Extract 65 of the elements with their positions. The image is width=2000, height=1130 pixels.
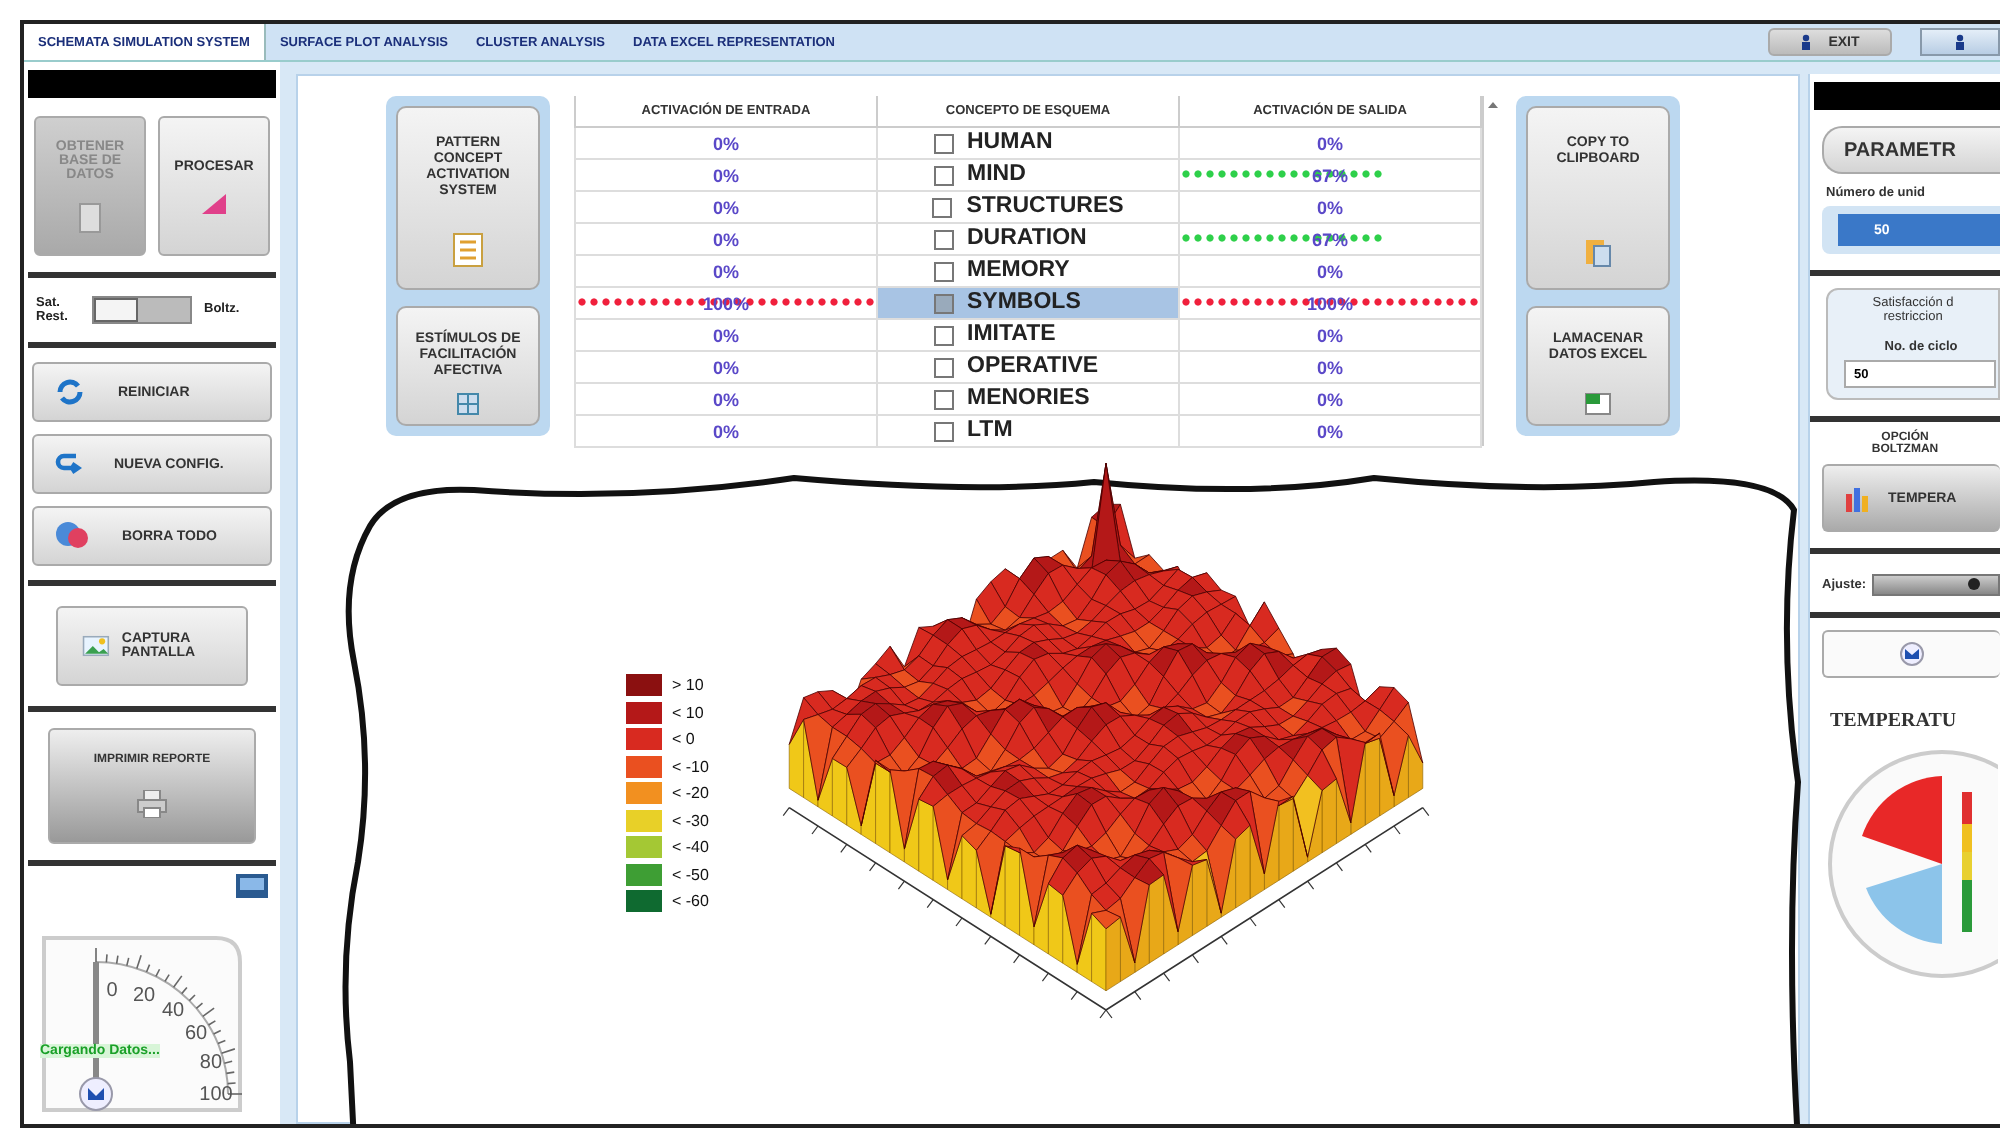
checkbox[interactable] — [933, 229, 953, 249]
gauge-title: TEMPERATU — [1830, 710, 1959, 732]
checkbox[interactable] — [933, 357, 953, 377]
checkbox[interactable] — [933, 389, 953, 409]
clipboard-icon — [1584, 236, 1612, 268]
list-icon — [452, 232, 484, 268]
logo-icon — [1900, 642, 1924, 666]
checkbox[interactable] — [933, 133, 953, 153]
table-cell: 0% — [1316, 358, 1343, 378]
checkbox[interactable] — [932, 197, 953, 217]
spreadsheet-icon — [1584, 392, 1612, 416]
gauge-label: 80 — [199, 1051, 223, 1074]
legend-label: < -30 — [672, 811, 709, 830]
legend-label: > 10 — [672, 676, 704, 695]
monitor-icon — [236, 874, 268, 898]
icon-button[interactable] — [1822, 630, 2000, 678]
table-cell: 0% — [712, 326, 739, 346]
legend-label: < 0 — [672, 730, 695, 749]
refresh-icon — [54, 378, 86, 406]
gauge-label: 40 — [162, 999, 185, 1022]
checkbox[interactable] — [933, 325, 953, 345]
legend-label: < -40 — [672, 838, 709, 857]
picture-icon — [82, 632, 110, 660]
person-icon — [1954, 34, 1966, 50]
person-icon — [1800, 34, 1813, 50]
document-icon — [78, 201, 102, 233]
parameters-button[interactable]: PARAMETR — [1822, 126, 2000, 174]
legend-label: < -10 — [672, 757, 709, 776]
table-cell: 0% — [712, 134, 739, 154]
legend-label: < -20 — [672, 784, 709, 803]
table-cell: 0% — [712, 422, 739, 442]
table-cell: 0% — [712, 198, 739, 218]
adjust-slider[interactable] — [1872, 574, 2000, 596]
gauge-label: 60 — [185, 1022, 208, 1045]
table-cell: 0% — [1316, 262, 1343, 282]
gauge-label: 20 — [133, 985, 156, 1008]
triangle-icon — [202, 193, 226, 213]
toolbar-button[interactable] — [1920, 28, 2000, 56]
table-cell: 0% — [712, 166, 739, 186]
table-cell: 0% — [712, 390, 739, 410]
redo-icon — [54, 450, 82, 478]
table-cell: 0% — [1316, 422, 1343, 442]
checkbox[interactable] — [933, 261, 953, 281]
table-cell: 0% — [712, 230, 739, 250]
table-cell: 0% — [1316, 326, 1343, 346]
legend-label: < 10 — [672, 703, 704, 722]
checkbox[interactable] — [933, 421, 953, 441]
grid-icon — [456, 392, 480, 416]
table-cell: 0% — [1316, 134, 1343, 154]
table-cell: 0% — [712, 358, 739, 378]
checkbox[interactable] — [933, 165, 953, 185]
gauge-label: 100 — [199, 1084, 233, 1106]
checkbox[interactable] — [933, 293, 953, 313]
printer-icon — [136, 790, 168, 818]
bar-chart-icon — [1844, 484, 1872, 512]
gauge-label: 0 — [106, 980, 118, 1002]
legend-label: < -50 — [672, 865, 709, 884]
scroll-up-icon[interactable] — [1487, 102, 1497, 108]
toggle-switch[interactable] — [92, 296, 192, 324]
legend-label: < -60 — [672, 892, 709, 911]
table-cell: 0% — [1316, 198, 1343, 218]
table-cell: 0% — [1316, 390, 1343, 410]
gauge-knob — [79, 1077, 113, 1111]
table-cell: 0% — [712, 262, 739, 282]
eraser-icon — [54, 520, 90, 552]
